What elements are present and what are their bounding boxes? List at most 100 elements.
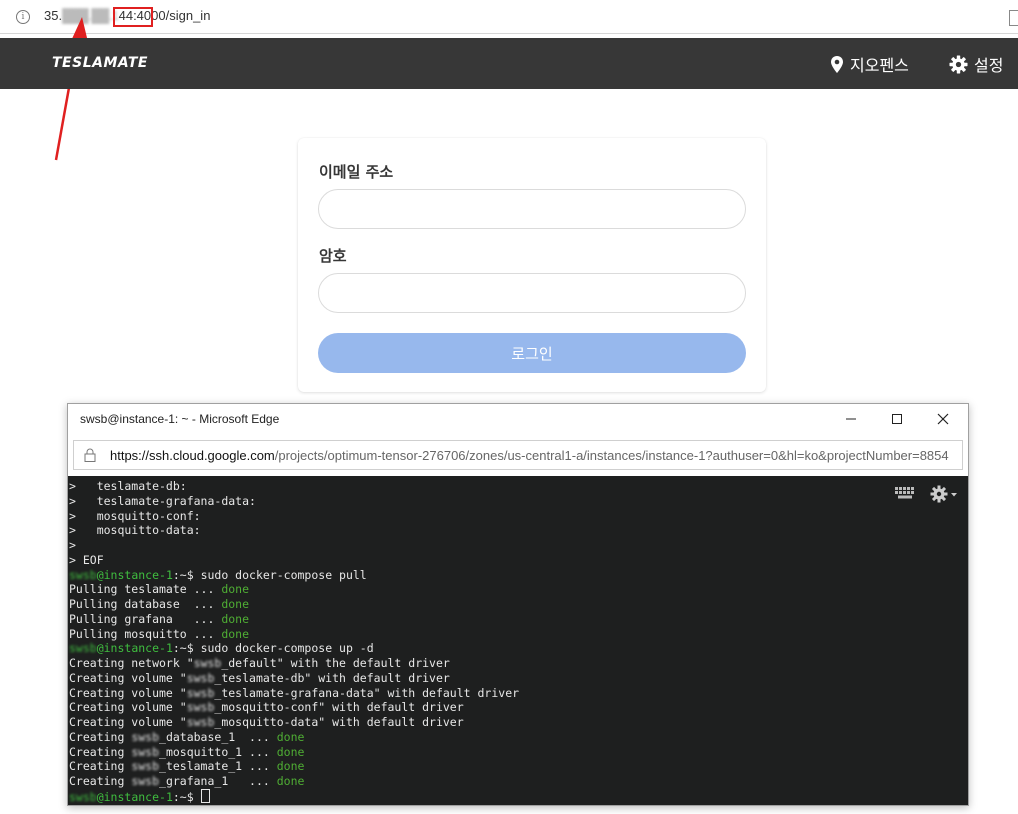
terminal-text: > teslamate-db: bbox=[69, 479, 187, 493]
terminal-line: Pulling teslamate ... done bbox=[69, 582, 519, 597]
terminal-text: :~$ sudo docker-compose up -d bbox=[172, 641, 374, 656]
terminal-text: done bbox=[221, 611, 250, 626]
lock-icon bbox=[84, 448, 96, 462]
ssh-url[interactable]: https://ssh.cloud.google.com/projects/op… bbox=[110, 448, 949, 463]
terminal-text: _mosquitto-data" with default driver bbox=[214, 715, 464, 729]
gear-icon bbox=[949, 54, 968, 74]
ssh-url-path: /projects/optimum-tensor-276706/zones/us… bbox=[274, 448, 949, 463]
nav-settings[interactable]: 설정 bbox=[949, 52, 1003, 76]
terminal-text: swsb bbox=[193, 656, 222, 670]
terminal-text: :~$ bbox=[172, 789, 201, 804]
terminal-line: Creating swsb_mosquitto_1 ... done bbox=[69, 745, 519, 760]
close-icon bbox=[937, 413, 949, 425]
url-redacted: ███.██.1 bbox=[62, 8, 119, 23]
ssh-browser-window: swsb@instance-1: ~ - Microsoft Edge http… bbox=[67, 403, 969, 806]
nav-geofences-label: 지오펜스 bbox=[850, 56, 909, 75]
reading-view-icon[interactable] bbox=[1009, 10, 1018, 26]
terminal-line: > teslamate-grafana-data: bbox=[69, 494, 519, 509]
terminal[interactable]: > teslamate-db: > teslamate-grafana-data:… bbox=[68, 476, 968, 805]
terminal-text: done bbox=[276, 729, 305, 744]
login-button[interactable]: 로그인 bbox=[318, 333, 746, 373]
terminal-text: _database_1 ... bbox=[159, 729, 277, 744]
email-field[interactable] bbox=[318, 189, 746, 229]
info-icon[interactable]: i bbox=[16, 10, 30, 24]
brand-logo[interactable]: TESLAMATE bbox=[52, 55, 148, 71]
terminal-text: swsb bbox=[131, 759, 160, 774]
terminal-output: > teslamate-db: > teslamate-grafana-data:… bbox=[69, 479, 519, 805]
terminal-text: > bbox=[69, 538, 76, 552]
keyboard-icon[interactable] bbox=[894, 486, 916, 500]
nav-settings-label: 설정 bbox=[974, 56, 1004, 75]
terminal-text: swsb bbox=[186, 700, 215, 715]
terminal-text: swsb bbox=[69, 789, 97, 804]
terminal-text: done bbox=[221, 626, 250, 641]
terminal-line: Creating network "swsb_default" with the… bbox=[69, 656, 519, 671]
terminal-text: Creating volume " bbox=[69, 715, 187, 729]
terminal-line: > EOF bbox=[69, 553, 519, 568]
terminal-line: swsb@instance-1:~$ sudo docker-compose p… bbox=[69, 568, 519, 583]
terminal-text: Pulling mosquitto ... bbox=[69, 626, 222, 641]
minimize-button[interactable] bbox=[828, 404, 874, 434]
nav-geofences[interactable]: 지오펜스 bbox=[830, 52, 909, 76]
terminal-text: > teslamate-grafana-data: bbox=[69, 493, 256, 508]
terminal-text: Creating network " bbox=[69, 656, 194, 670]
map-pin-icon bbox=[831, 55, 843, 73]
terminal-line: Creating volume "swsb_mosquitto-data" wi… bbox=[69, 715, 519, 730]
terminal-line: Creating swsb_teslamate_1 ... done bbox=[69, 759, 519, 774]
terminal-text: done bbox=[276, 759, 305, 774]
terminal-text: > mosquitto-data: bbox=[69, 523, 201, 538]
terminal-text: swsb bbox=[186, 670, 215, 685]
maximize-button[interactable] bbox=[874, 404, 920, 434]
terminal-text: done bbox=[221, 597, 250, 611]
terminal-text: done bbox=[276, 774, 305, 788]
minimize-icon bbox=[846, 418, 856, 420]
terminal-text: :~$ sudo docker-compose pull bbox=[172, 567, 367, 582]
terminal-line: > mosquitto-conf: bbox=[69, 509, 519, 524]
maximize-icon bbox=[892, 414, 902, 424]
login-card: 이메일 주소 암호 로그인 bbox=[298, 138, 766, 392]
terminal-text: Creating bbox=[69, 729, 132, 744]
terminal-cursor bbox=[200, 788, 210, 803]
terminal-text: @instance-1 bbox=[96, 789, 173, 804]
terminal-line: Creating swsb_grafana_1 ... done bbox=[69, 774, 519, 789]
terminal-text: swsb bbox=[69, 567, 97, 582]
url-path: /sign_in bbox=[165, 8, 211, 23]
browser-address-bar[interactable]: i 35.███.██.144:4000/sign_in bbox=[0, 0, 1018, 34]
terminal-text: Creating volume " bbox=[69, 685, 187, 700]
terminal-line: Pulling database ... done bbox=[69, 597, 519, 612]
password-field[interactable] bbox=[318, 273, 746, 313]
terminal-text: @instance-1 bbox=[96, 567, 173, 582]
terminal-text: > mosquitto-conf: bbox=[69, 508, 201, 523]
terminal-text: Pulling teslamate ... bbox=[69, 582, 222, 597]
terminal-line: Creating swsb_database_1 ... done bbox=[69, 730, 519, 745]
terminal-text: _mosquitto_1 ... bbox=[159, 744, 277, 759]
terminal-line: Creating volume "swsb_teslamate-db" with… bbox=[69, 671, 519, 686]
terminal-text: _teslamate_1 ... bbox=[159, 759, 277, 774]
terminal-text: _teslamate-grafana-data" with default dr… bbox=[214, 685, 520, 700]
terminal-text: _default" with the default driver bbox=[221, 656, 450, 670]
ssh-address-bar[interactable]: https://ssh.cloud.google.com/projects/op… bbox=[73, 440, 963, 470]
terminal-text: _teslamate-db" with default driver bbox=[214, 670, 450, 685]
terminal-text: Pulling grafana ... bbox=[69, 611, 222, 626]
password-label: 암호 bbox=[319, 247, 347, 265]
port-highlight-box bbox=[113, 7, 153, 27]
terminal-line: Creating volume "swsb_mosquitto-conf" wi… bbox=[69, 700, 519, 715]
ssh-url-host: https://ssh.cloud.google.com bbox=[110, 448, 275, 463]
terminal-text: Creating volume " bbox=[69, 700, 187, 715]
terminal-line: > bbox=[69, 538, 519, 553]
terminal-text: swsb bbox=[131, 744, 160, 759]
email-label: 이메일 주소 bbox=[319, 163, 394, 181]
terminal-line: > teslamate-db: bbox=[69, 479, 519, 494]
close-button[interactable] bbox=[920, 404, 966, 434]
terminal-text: swsb bbox=[186, 715, 215, 729]
terminal-line: Pulling grafana ... done bbox=[69, 612, 519, 627]
terminal-line: Pulling mosquitto ... done bbox=[69, 627, 519, 642]
terminal-line: swsb@instance-1:~$ bbox=[69, 788, 519, 805]
terminal-text: @instance-1 bbox=[96, 641, 173, 656]
terminal-text: Creating bbox=[69, 759, 132, 774]
terminal-text: _grafana_1 ... bbox=[159, 774, 277, 788]
teslamate-navbar: TESLAMATE 지오펜스 설정 bbox=[0, 38, 1018, 89]
terminal-text: Creating volume " bbox=[69, 670, 187, 685]
terminal-settings-gear-icon[interactable] bbox=[930, 484, 958, 504]
terminal-text: Pulling database ... bbox=[69, 597, 222, 611]
